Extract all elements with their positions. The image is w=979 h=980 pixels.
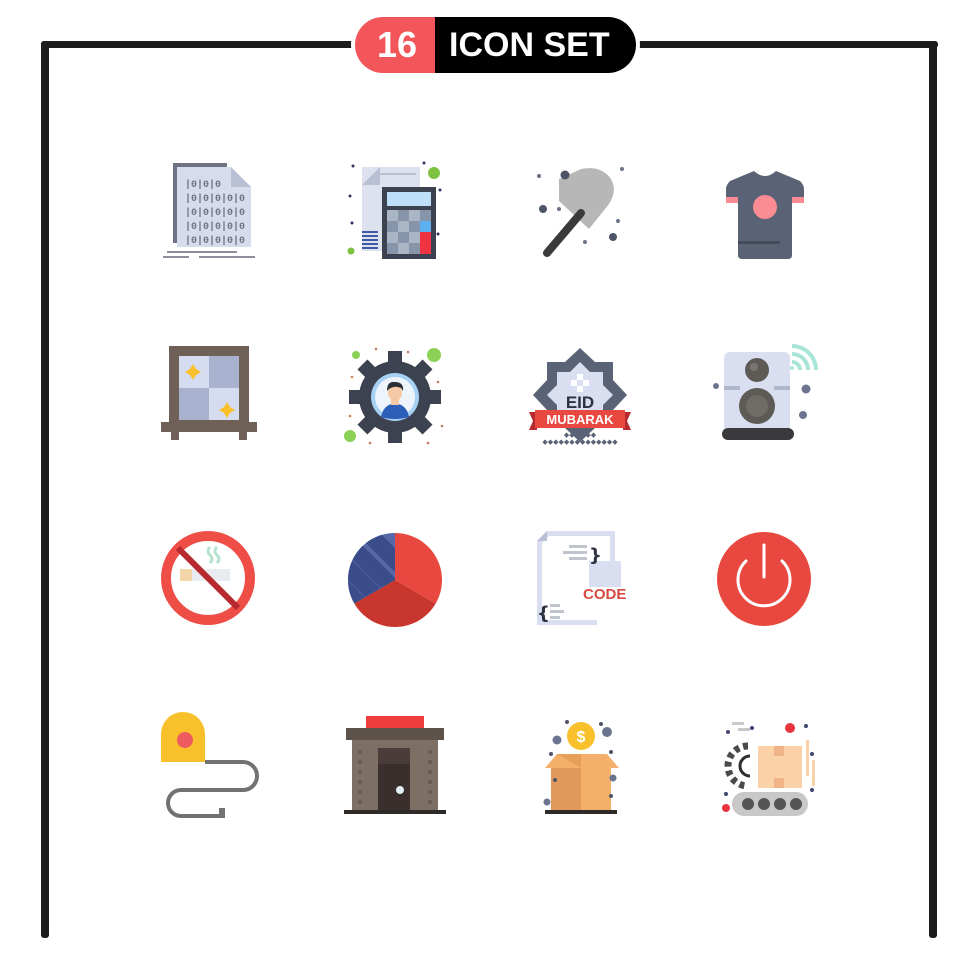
eid-mubarak-badge-icon: EID MUBARAK ◆◆◆◆◆◆ ◆◆◆◆◆◆◆◆◆◆◆◆◆◆ — [525, 340, 635, 450]
shovel-icon — [525, 155, 635, 265]
svg-text:|0|0|0|0|0: |0|0|0|0|0 — [185, 221, 245, 233]
wireless-speaker-icon — [710, 340, 820, 450]
mubarak-label: MUBARAK — [546, 412, 614, 427]
svg-text:◆◆◆◆◆◆◆◆◆◆◆◆◆◆: ◆◆◆◆◆◆◆◆◆◆◆◆◆◆ — [542, 438, 618, 446]
title-badge: 16 ICON SET — [355, 17, 636, 73]
shop-building-icon — [340, 710, 450, 820]
frame-right-border — [929, 41, 937, 938]
code-document-icon: } { CODE — [525, 525, 635, 635]
svg-text:{: { — [537, 603, 550, 624]
icon-count: 16 — [355, 17, 436, 73]
window-icon — [155, 340, 265, 450]
measuring-tape-icon — [155, 710, 265, 820]
svg-text:|0|0|0|0|0: |0|0|0|0|0 — [185, 235, 245, 247]
pie-chart-icon — [340, 525, 450, 635]
t-shirt-icon — [710, 155, 820, 265]
accounting-calculator-icon — [340, 155, 450, 265]
frame-left-border — [41, 41, 49, 938]
no-smoking-icon — [155, 525, 265, 635]
page-title: ICON SET — [435, 17, 636, 73]
svg-text:|0|0|0|0|0: |0|0|0|0|0 — [185, 193, 245, 205]
binary-code-document-icon: |0|0|0 |0|0|0|0|0 |0|0|0|0|0 |0|0|0|0|0 … — [155, 155, 265, 265]
svg-text:|0|0|0: |0|0|0 — [185, 179, 221, 191]
money-box-icon: $ — [525, 710, 635, 820]
user-settings-gear-icon — [340, 340, 450, 450]
code-label: CODE — [583, 586, 626, 603]
power-button-icon[interactable] — [710, 525, 820, 635]
svg-text:}: } — [589, 545, 602, 566]
dollar-sign: $ — [577, 729, 586, 746]
svg-text:|0|0|0|0|0: |0|0|0|0|0 — [185, 207, 245, 219]
eid-label: EID — [566, 393, 594, 412]
conveyor-package-automation-icon — [710, 710, 820, 820]
